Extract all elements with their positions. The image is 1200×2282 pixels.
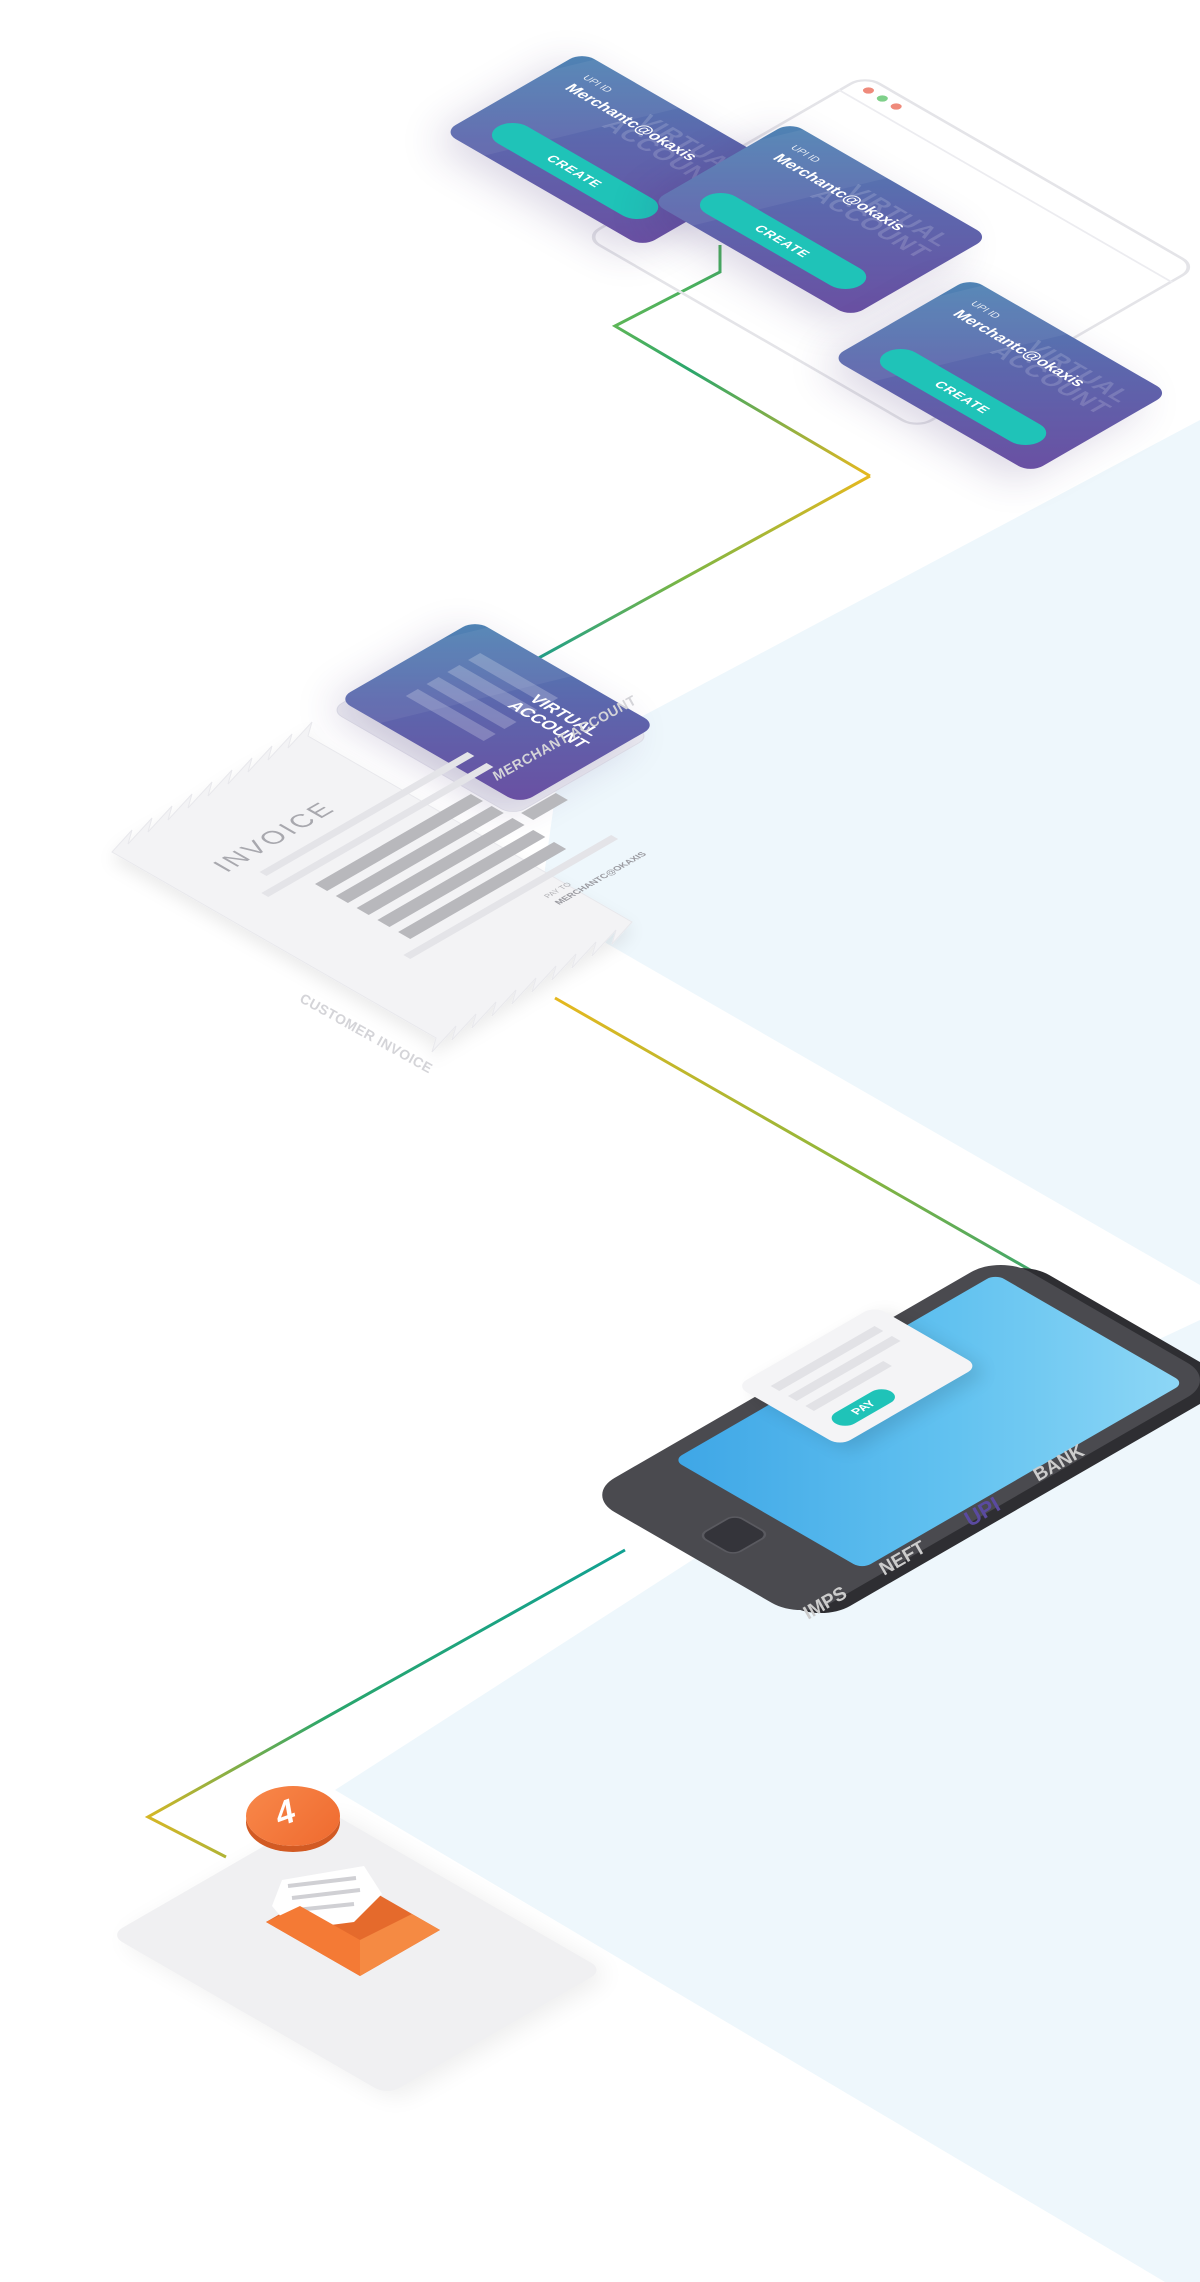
payment-flow-illustration: UPI ID Merchantc@okaxis VIRTUAL ACCOUNT … — [0, 0, 1200, 2282]
